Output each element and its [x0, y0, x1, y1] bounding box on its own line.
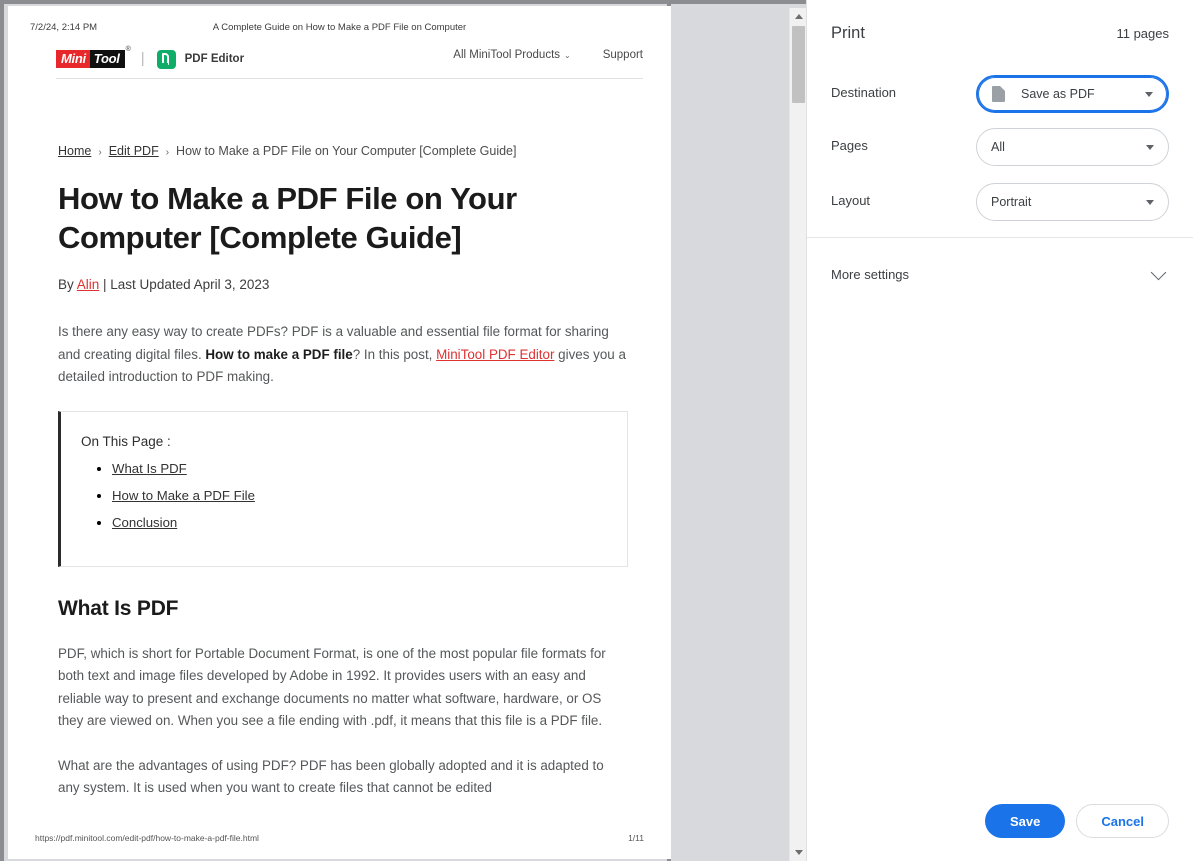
breadcrumb-item-home[interactable]: Home: [58, 144, 91, 158]
breadcrumb: Home › Edit PDF › How to Make a PDF File on …: [58, 144, 628, 158]
footer-page-number: 1/11: [628, 833, 644, 843]
setting-row-pages: Pages All: [831, 128, 1169, 166]
registered-mark: ®: [125, 46, 131, 53]
cancel-button[interactable]: Cancel: [1076, 804, 1169, 838]
pages-select[interactable]: All: [976, 128, 1169, 166]
setting-row-layout: Layout Portrait: [831, 183, 1169, 221]
intro-bold-phrase: How to make a PDF file: [205, 346, 353, 362]
more-settings-label: More settings: [831, 266, 910, 282]
article: Home › Edit PDF › How to Make a PDF File on …: [58, 144, 628, 822]
toc-link-what-is-pdf[interactable]: What Is PDF: [112, 461, 187, 476]
nav-item-support[interactable]: Support: [603, 49, 643, 61]
chevron-down-icon: [1150, 264, 1167, 280]
preview-page-sheet: 7/2/24, 2:14 PM A Complete Guide on How …: [8, 6, 671, 859]
page-meta-line: 7/2/24, 2:14 PM A Complete Guide on How …: [8, 22, 671, 38]
minitool-logo[interactable]: Mini Tool: [56, 50, 125, 68]
nav-item-all-products[interactable]: All MiniTool Products ⌄: [453, 49, 570, 61]
intro-part-2: ? In this post,: [352, 346, 437, 362]
footer-url: https://pdf.minitool.com/edit-pdf/how-to…: [35, 833, 259, 843]
site-header: Mini Tool ® | PDF Editor All MiniTool Pro…: [56, 46, 643, 78]
breadcrumb-item-edit-pdf[interactable]: Edit PDF: [109, 144, 159, 158]
section-heading-what-is-pdf: What Is PDF: [58, 596, 179, 620]
layout-label: Layout: [831, 193, 871, 208]
pdf-editor-label[interactable]: PDF Editor: [185, 53, 244, 65]
section-paragraph-2: What are the advantages of using PDF? PD…: [58, 757, 604, 796]
byline-suffix: | Last Updated April 3, 2023: [99, 277, 270, 293]
layout-value: Portrait: [991, 195, 1032, 209]
list-item: What Is PDF: [112, 461, 607, 476]
scroll-down-arrow-icon[interactable]: [790, 844, 807, 861]
header-rule: [56, 78, 643, 79]
header-divider: |: [140, 50, 145, 67]
dropdown-caret-icon: [1145, 91, 1153, 97]
pages-label: Pages: [831, 138, 868, 153]
logo-mini-text: Mini: [56, 50, 90, 68]
save-button[interactable]: Save: [984, 804, 1066, 838]
page-title: How to Make a PDF File on Your Computer …: [58, 181, 517, 256]
layout-select[interactable]: Portrait: [976, 183, 1169, 221]
print-title: Print: [831, 24, 865, 42]
preview-frame: 7/2/24, 2:14 PM A Complete Guide on How …: [0, 4, 671, 861]
byline: By Alin | Last Updated April 3, 2023: [58, 277, 628, 292]
panel-actions: Save Cancel: [984, 804, 1169, 838]
on-this-page-box: On This Page : What Is PDF How to Make a…: [58, 410, 628, 567]
list-item: How to Make a PDF File: [112, 488, 607, 503]
site-nav: All MiniTool Products ⌄ Support: [453, 49, 643, 61]
logo-tool-text: Tool: [89, 50, 125, 68]
intro-product-link[interactable]: MiniTool PDF Editor: [436, 347, 554, 362]
pdf-glyph-cut: [161, 62, 168, 66]
byline-author-link[interactable]: Alin: [77, 277, 100, 292]
breadcrumb-separator-icon: ›: [98, 147, 102, 158]
print-preview-area: 7/2/24, 2:14 PM A Complete Guide on How …: [0, 0, 806, 861]
print-panel-header: Print 11 pages: [831, 24, 1169, 54]
scrollbar-thumb[interactable]: [792, 26, 805, 103]
breadcrumb-separator-icon-2: ›: [165, 147, 170, 158]
print-page-count: 11 pages: [1116, 26, 1169, 41]
on-this-page-list: What Is PDF How to Make a PDF File Concl…: [81, 461, 607, 530]
dropdown-caret-icon: [1146, 144, 1154, 150]
list-item: Conclusion: [112, 515, 607, 530]
destination-label: Destination: [831, 85, 897, 100]
preview-scrollbar[interactable]: [789, 8, 806, 861]
scroll-up-arrow-icon[interactable]: [790, 8, 807, 25]
panel-divider: [807, 237, 1193, 238]
destination-value: Save as PDF: [1021, 87, 1095, 101]
toc-link-how-to-make[interactable]: How to Make a PDF File: [112, 488, 255, 503]
intro-paragraph: Is there any easy way to create PDFs? PD…: [58, 321, 628, 389]
on-this-page-title: On This Page :: [81, 433, 171, 449]
more-settings-toggle[interactable]: More settings: [831, 258, 1169, 290]
toc-link-conclusion[interactable]: Conclusion: [112, 515, 177, 530]
print-doc-title: A Complete Guide on How to Make a PDF Fi…: [212, 22, 467, 33]
dropdown-caret-icon: [1146, 199, 1154, 205]
setting-row-destination: Destination Save as PDF: [831, 75, 1169, 113]
byline-prefix: By: [58, 277, 77, 293]
section-paragraph-1: PDF, which is short for Portable Documen…: [58, 645, 606, 729]
pdf-editor-icon: [156, 49, 176, 69]
pages-value: All: [991, 140, 1005, 154]
print-settings-panel: Print 11 pages Destination Save as PDF P…: [806, 0, 1193, 861]
document-icon: [992, 86, 1005, 102]
nav-item-all-products-label: All MiniTool Products: [453, 49, 561, 61]
destination-select[interactable]: Save as PDF: [976, 75, 1169, 113]
chevron-down-icon: ⌄: [564, 51, 571, 60]
breadcrumb-item-current: How to Make a PDF File on Your Computer …: [176, 144, 517, 158]
print-dialog-screen: 7/2/24, 2:14 PM A Complete Guide on How …: [0, 0, 1193, 861]
